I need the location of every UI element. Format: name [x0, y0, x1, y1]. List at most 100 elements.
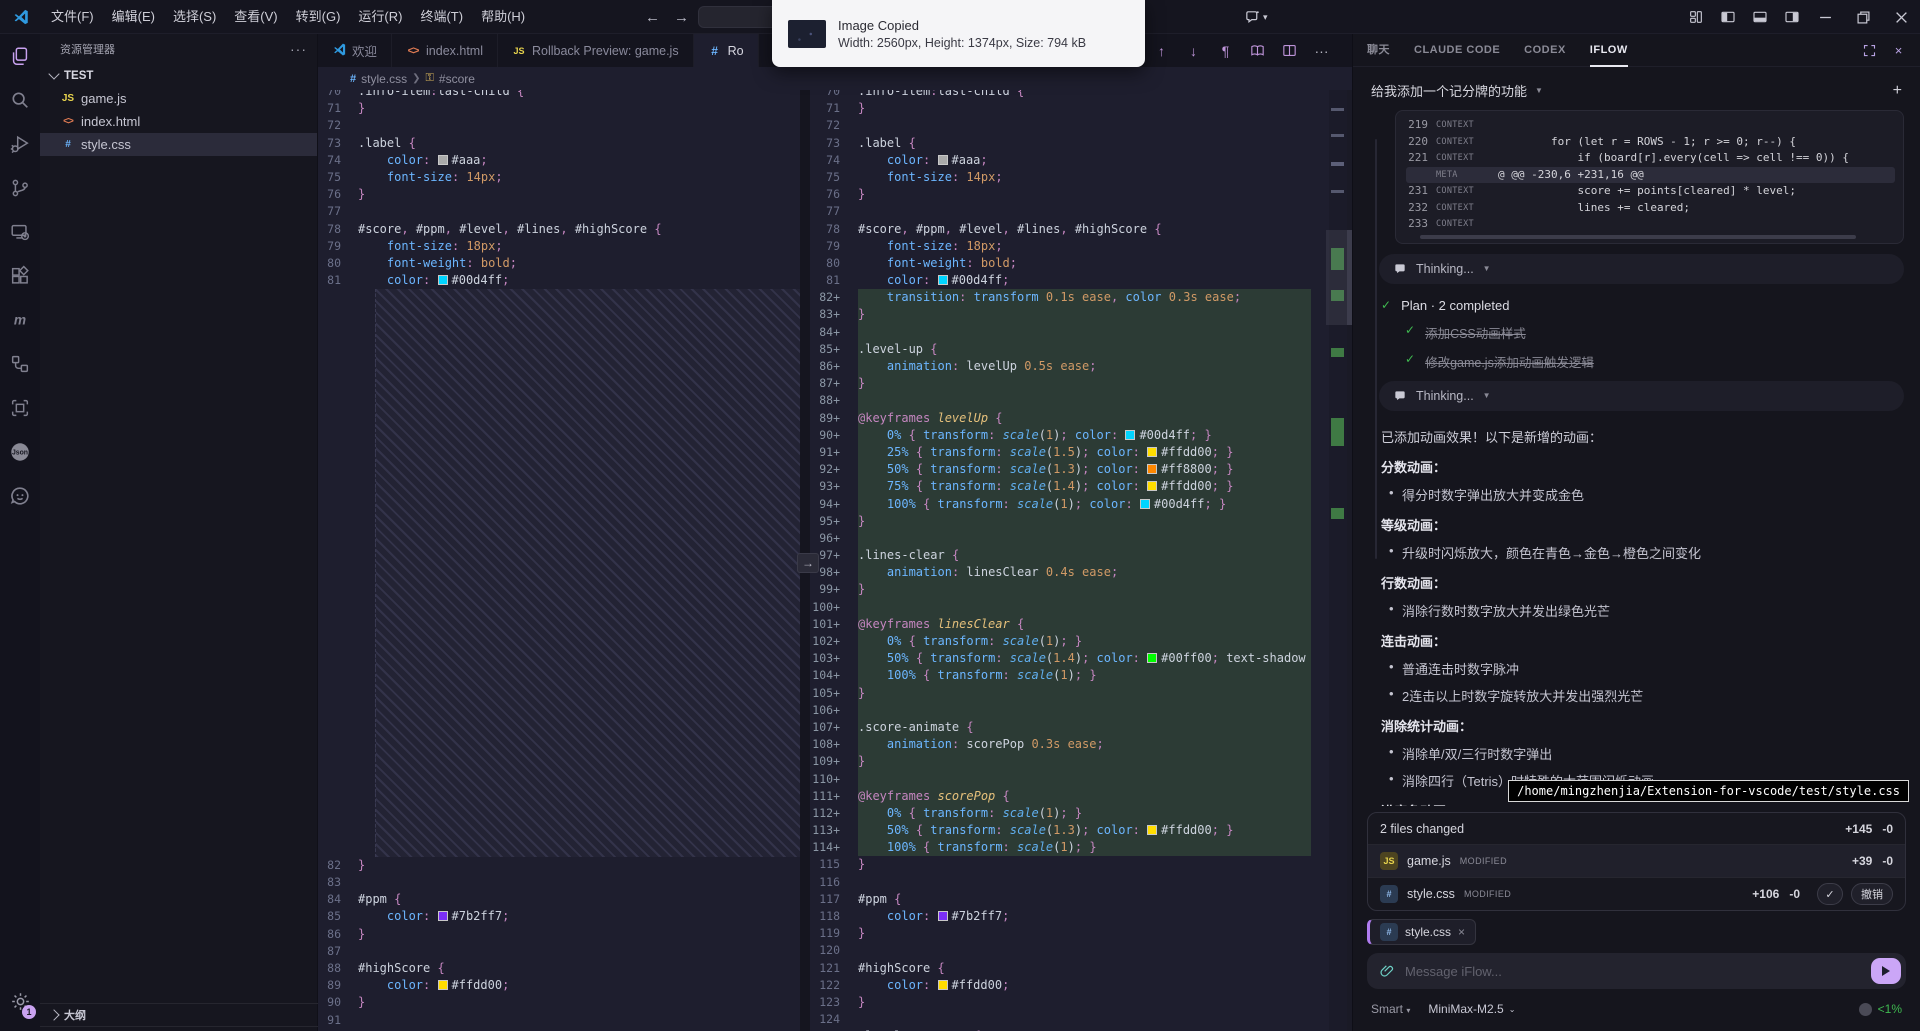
menu-item[interactable]: 运行(R)	[349, 0, 411, 34]
editor-tab-Rollback Preview: game.js[interactable]: JSRollback Preview: game.js	[498, 34, 694, 67]
chevron-down-icon: ▼	[1483, 264, 1491, 273]
breadcrumb[interactable]: # style.css ❯ ⚿ #score	[318, 67, 1352, 90]
activity-item-json[interactable]: Json	[0, 430, 40, 474]
menu-item[interactable]: 帮助(H)	[472, 0, 534, 34]
menu-item[interactable]: 终端(T)	[411, 0, 472, 34]
breadcrumb-symbol[interactable]: #score	[439, 72, 475, 86]
code-text	[858, 392, 1311, 409]
files-icon	[9, 45, 31, 67]
menu-item[interactable]: 查看(V)	[225, 0, 286, 34]
activity-item-iflow[interactable]	[0, 474, 40, 518]
more-actions-icon[interactable]: ···	[290, 41, 307, 57]
split-editor-icon[interactable]	[1281, 42, 1298, 59]
map-icon[interactable]	[1249, 42, 1266, 59]
code-line: 79 font-size: 18px;	[810, 238, 1311, 255]
revert-diff-arrow[interactable]: →	[797, 553, 819, 573]
minimize-icon	[1819, 11, 1832, 24]
sidebar-section-大纲[interactable]: 大纲	[40, 1003, 318, 1026]
activity-item-source-control[interactable]	[0, 166, 40, 210]
chat-menu-button[interactable]: ▾	[1244, 7, 1278, 27]
context-line-number	[1406, 167, 1436, 184]
expand-panel-icon[interactable]	[1862, 43, 1877, 58]
file-row-game.js[interactable]: JSgame.js	[40, 87, 317, 110]
toggle-secondary-sidebar-icon[interactable]	[1784, 9, 1800, 25]
attachment-chip[interactable]: # style.css ×	[1367, 919, 1476, 945]
message-input[interactable]	[1405, 964, 1861, 979]
line-number: 89+	[810, 410, 858, 427]
restore-button[interactable]	[1844, 0, 1882, 34]
plan-item-label: 修改game.js添加动画触发逻辑	[1425, 352, 1594, 371]
thinking-toggle-2[interactable]: Thinking... ▼	[1379, 381, 1904, 411]
activity-item-nodes[interactable]	[0, 342, 40, 386]
line-number: 80	[810, 255, 858, 272]
mode-selector[interactable]: Smart ▾	[1371, 1002, 1410, 1016]
arrow-down-icon[interactable]: ↓	[1185, 42, 1202, 59]
file-row-index.html[interactable]: <>index.html	[40, 110, 317, 133]
minimap-mark	[1331, 108, 1344, 111]
code-text: font-size: 18px;	[858, 238, 1311, 255]
close-panel-icon[interactable]: ×	[1891, 43, 1906, 58]
attach-file-icon[interactable]	[1379, 963, 1395, 979]
context-code-card[interactable]: 219CONTEXT220CONTEXT for (let r = ROWS -…	[1395, 110, 1904, 244]
forward-icon[interactable]: →	[674, 9, 689, 26]
pilcrow-icon[interactable]: ¶	[1217, 42, 1234, 59]
customize-layout-icon[interactable]	[1688, 9, 1704, 25]
arrow-up-icon[interactable]: ↑	[1153, 42, 1170, 59]
toggle-sidebar-icon[interactable]	[1720, 9, 1736, 25]
activity-item-debug[interactable]	[0, 122, 40, 166]
usage-circle-icon	[1859, 1003, 1872, 1016]
editor-tab-index.html[interactable]: <>index.html	[392, 34, 498, 67]
activity-item-files[interactable]	[0, 34, 40, 78]
changed-file-row-game.js[interactable]: JSgame.jsMODIFIED+39-0	[1368, 844, 1905, 877]
menu-item[interactable]: 文件(F)	[42, 0, 103, 34]
toggle-panel-icon[interactable]	[1752, 9, 1768, 25]
breadcrumb-file[interactable]: style.css	[361, 72, 407, 86]
activity-item-extensions[interactable]	[0, 254, 40, 298]
ellipsis-icon[interactable]: ···	[1313, 42, 1330, 59]
file-row-style.css[interactable]: #style.css	[40, 133, 317, 156]
diff-modified-pane[interactable]: 70.info-item:last-child {71}7273.label {…	[810, 90, 1311, 1031]
menu-item[interactable]: 转到(G)	[287, 0, 350, 34]
user-prompt-row[interactable]: 给我添加一个记分牌的功能 ▼ +	[1369, 77, 1904, 110]
panel-tab-CLAUDE CODE[interactable]: CLAUDE CODE	[1414, 34, 1500, 67]
diff-original-pane[interactable]: 70.info-item:last-child {71}7273.label {…	[318, 90, 800, 1031]
undo-button[interactable]: 撤销	[1851, 883, 1893, 905]
code-text: font-weight: bold;	[358, 255, 800, 272]
file-added: +39	[1852, 854, 1872, 868]
editor-tab-Ro[interactable]: #Ro	[694, 34, 759, 67]
line-number: 81	[810, 272, 858, 289]
new-chat-button[interactable]: +	[1893, 82, 1902, 100]
line-number: 75	[810, 169, 858, 186]
editor-tab-欢迎[interactable]: 欢迎	[318, 34, 392, 67]
plan-title-row[interactable]: ✓ Plan · 2 completed	[1381, 298, 1904, 313]
panel-tab-CODEX[interactable]: CODEX	[1524, 34, 1566, 67]
message-bullet: 得分时数字弹出放大并变成金色	[1381, 485, 1904, 504]
thinking-toggle-1[interactable]: Thinking... ▼	[1379, 254, 1904, 284]
minimize-button[interactable]	[1806, 0, 1844, 34]
changed-file-row-style.css[interactable]: #style.cssMODIFIED+106-0✓撤销	[1368, 877, 1905, 910]
activity-item-frame[interactable]	[0, 386, 40, 430]
accept-change-button[interactable]: ✓	[1817, 883, 1843, 905]
menu-item[interactable]: 选择(S)	[164, 0, 225, 34]
panel-tab-聊天[interactable]: 聊天	[1367, 34, 1390, 67]
chevron-down-icon[interactable]: ▼	[1535, 86, 1543, 95]
context-hscrollbar[interactable]	[1420, 235, 1856, 239]
menu-item[interactable]: 编辑(E)	[103, 0, 164, 34]
panel-tab-IFLOW[interactable]: IFLOW	[1590, 34, 1628, 67]
activity-bar: m Json 1	[0, 34, 40, 1031]
remove-attachment-icon[interactable]: ×	[1458, 925, 1465, 939]
code-text: 0% { transform: scale(1); }	[858, 805, 1311, 822]
send-button[interactable]	[1871, 958, 1901, 984]
settings-button[interactable]: 1	[0, 981, 40, 1021]
line-number: 96+	[810, 530, 858, 547]
model-selector[interactable]: MiniMax-M2.5 ⌄	[1428, 1002, 1515, 1016]
activity-item-remote[interactable]	[0, 210, 40, 254]
folder-row-test[interactable]: TEST	[40, 64, 317, 87]
line-number: 119	[810, 925, 858, 942]
changes-header[interactable]: 2 files changed +145 -0	[1368, 813, 1905, 844]
close-window-button[interactable]	[1882, 0, 1920, 34]
activity-item-m-logo[interactable]: m	[0, 298, 40, 342]
sidebar-section-时间线[interactable]: 时间线	[40, 1026, 318, 1031]
activity-item-search[interactable]	[0, 78, 40, 122]
back-icon[interactable]: ←	[645, 9, 660, 26]
